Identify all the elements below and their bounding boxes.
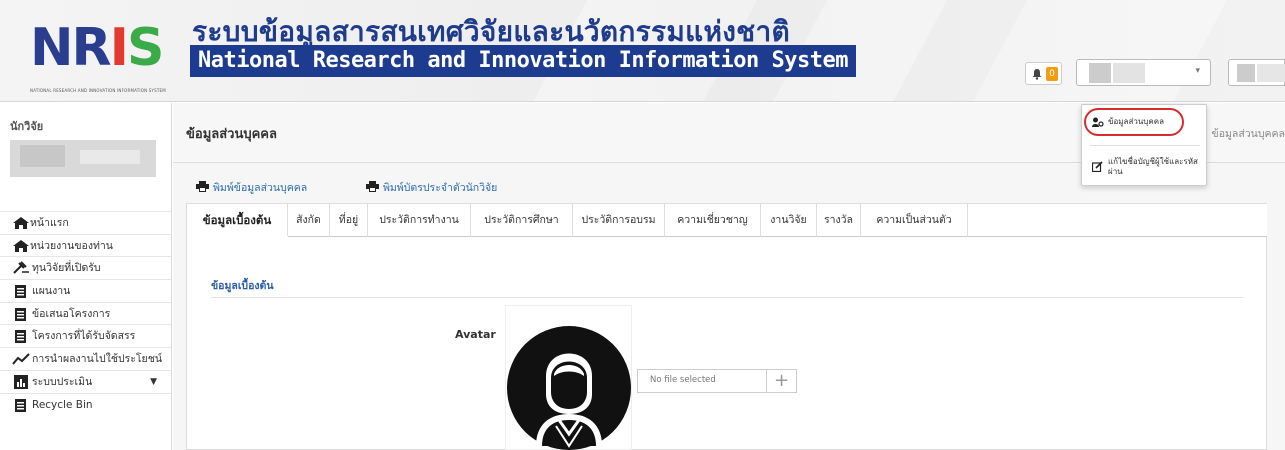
profile-tabs: ข้อมูลเบื้องต้น สังกัด ที่อยู่ ประวัติกา… xyxy=(187,204,1267,237)
logo-letters: NRIS xyxy=(30,18,164,78)
breadcrumb: ข้อมูลส่วนบุคคล xyxy=(1211,128,1285,140)
bell-icon xyxy=(1032,69,1042,80)
user-dropdown-menu: ข้อมูลส่วนบุคคล แก้ไขชื่อบัญชีผู้ใช้และร… xyxy=(1081,104,1207,186)
redacted-block xyxy=(1237,64,1255,82)
gavel-icon xyxy=(13,261,29,275)
sidebar-item-label: แผนงาน xyxy=(32,285,71,298)
sidebar-item-label: ทุนวิจัยที่เปิดรับ xyxy=(32,262,101,275)
sidebar-item-utilization[interactable]: การนำผลงานไปใช้ประโยชน์ xyxy=(0,347,171,370)
tab-expertise[interactable]: ความเชี่ยวชาญ xyxy=(665,204,761,237)
sidebar-item-label: หน่วยงานของท่าน xyxy=(30,239,113,252)
sidebar-menu: หน้าแรก หน่วยงานของท่าน ทุนวิจัยที่เปิดร… xyxy=(0,211,171,416)
printer-icon xyxy=(196,181,209,192)
site-title-english: National Research and Innovation Informa… xyxy=(190,45,857,77)
sidebar-item-evaluation[interactable]: ระบบประเมิน ▼ xyxy=(0,369,171,393)
print-personal-info-link[interactable]: พิมพ์ข้อมูลส่วนบุคคล xyxy=(196,179,307,196)
tab-address[interactable]: ที่อยู่ xyxy=(330,204,368,237)
sidebar-item-label: Recycle Bin xyxy=(32,398,93,411)
notification-count-badge: 0 xyxy=(1046,67,1058,81)
sidebar-item-open-grants[interactable]: ทุนวิจัยที่เปิดรับ xyxy=(0,256,171,280)
section-divider xyxy=(211,297,1243,298)
avatar-file-input[interactable]: No file selected xyxy=(637,369,767,393)
user-avatar-redacted xyxy=(1089,63,1111,83)
sidebar-item-my-organization[interactable]: หน่วยงานของท่าน xyxy=(0,233,171,257)
sidebar-item-label: ข้อเสนอโครงการ xyxy=(32,307,111,320)
sidebar-item-proposals[interactable]: ข้อเสนอโครงการ xyxy=(0,301,171,325)
plus-icon: + xyxy=(773,370,790,391)
avatar-image xyxy=(505,305,632,450)
action-label: พิมพ์บัตรประจำตัวนักวิจัย xyxy=(383,182,498,194)
menu-item-label: แก้ไขชื่อบัญชีผู้ใช้และรหัสผ่าน xyxy=(1108,157,1198,176)
printer-icon xyxy=(366,181,379,192)
menu-item-personal-info[interactable]: ข้อมูลส่วนบุคคล xyxy=(1082,115,1206,131)
sidebar-item-label: การนำผลงานไปใช้ประโยชน์ xyxy=(32,353,162,366)
print-researcher-card-link[interactable]: พิมพ์บัตรประจำตัวนักวิจัย xyxy=(366,179,497,196)
logo-tagline: NATIONAL RESEARCH AND INNOVATION INFORMA… xyxy=(30,88,166,93)
user-key-icon xyxy=(1092,117,1104,127)
tab-awards[interactable]: รางวัล xyxy=(817,204,861,237)
nris-logo[interactable]: NRIS NATIONAL RESEARCH AND INNOVATION IN… xyxy=(30,18,180,93)
section-title: ข้อมูลเบื้องต้น xyxy=(211,280,274,292)
home-icon xyxy=(13,239,29,252)
bar-chart-icon xyxy=(14,374,28,389)
user-account-dropdown[interactable]: ▾ xyxy=(1076,59,1211,86)
user-role-label: นักวิจัย xyxy=(10,120,44,133)
user-profile-redacted xyxy=(10,140,156,177)
tab-education[interactable]: ประวัติการศึกษา xyxy=(471,204,573,237)
app-header: NRIS NATIONAL RESEARCH AND INNOVATION IN… xyxy=(0,0,1285,102)
file-input-placeholder: No file selected xyxy=(650,375,716,385)
clipboard-icon xyxy=(15,285,26,299)
sidebar-item-plans[interactable]: แผนงาน xyxy=(0,279,171,302)
tab-work-history[interactable]: ประวัติการทำงาน xyxy=(368,204,471,237)
profile-panel: ข้อมูลเบื้องต้น สังกัด ที่อยู่ ประวัติกา… xyxy=(186,203,1267,450)
notification-button[interactable]: 0 xyxy=(1025,62,1062,85)
menu-divider xyxy=(1090,145,1200,146)
clipboard-icon xyxy=(15,398,26,412)
add-file-button[interactable]: + xyxy=(767,369,797,393)
tab-research[interactable]: งานวิจัย xyxy=(761,204,817,237)
sidebar: นักวิจัย หน้าแรก หน่วยงานของท่าน ทุนวิจั… xyxy=(0,103,172,450)
clipboard-icon xyxy=(15,330,26,344)
language-selector[interactable] xyxy=(1228,59,1285,86)
line-chart-icon xyxy=(12,353,30,365)
sidebar-item-label: โครงการที่ได้รับจัดสรร xyxy=(32,330,136,343)
redacted-block xyxy=(1257,64,1285,82)
user-name-redacted xyxy=(1113,63,1145,83)
menu-item-label: ข้อมูลส่วนบุคคล xyxy=(1108,117,1164,126)
sidebar-item-home[interactable]: หน้าแรก xyxy=(0,211,171,234)
tab-training[interactable]: ประวัติการอบรม xyxy=(573,204,665,237)
tab-basic-info[interactable]: ข้อมูลเบื้องต้น xyxy=(187,204,288,237)
header-decoration xyxy=(972,0,1228,101)
sidebar-item-label: หน้าแรก xyxy=(30,217,69,229)
sidebar-item-label: ระบบประเมิน xyxy=(32,375,93,388)
edit-icon xyxy=(1092,161,1103,172)
chevron-down-icon: ▾ xyxy=(1195,66,1200,76)
sidebar-item-funded-projects[interactable]: โครงการที่ได้รับจัดสรร xyxy=(0,324,171,348)
tab-privacy[interactable]: ความเป็นส่วนตัว xyxy=(861,204,968,237)
sidebar-item-recycle-bin[interactable]: Recycle Bin xyxy=(0,392,171,416)
clipboard-icon xyxy=(15,307,26,321)
tab-affiliation[interactable]: สังกัด xyxy=(288,204,330,237)
page-title: ข้อมูลส่วนบุคคล xyxy=(186,127,277,142)
menu-item-edit-account[interactable]: แก้ไขชื่อบัญชีผู้ใช้และรหัสผ่าน xyxy=(1082,157,1206,181)
home-icon xyxy=(13,217,29,229)
avatar-label: Avatar xyxy=(455,328,496,341)
action-label: พิมพ์ข้อมูลส่วนบุคคล xyxy=(213,182,308,194)
chevron-down-icon: ▼ xyxy=(150,376,157,387)
user-silhouette-icon xyxy=(507,326,631,450)
